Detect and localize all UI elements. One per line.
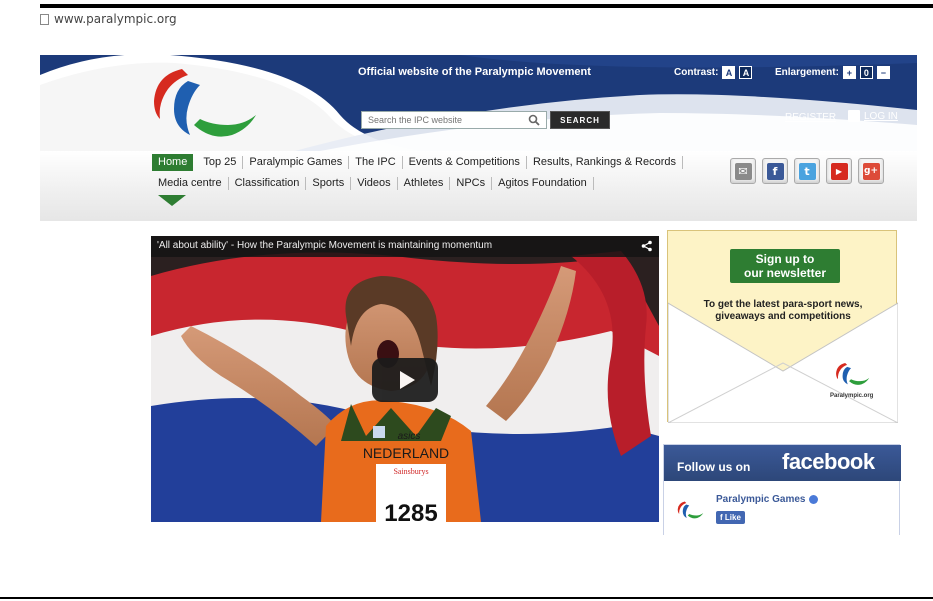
newsletter-logo: Paralympic.org (830, 361, 873, 399)
nav-item-sports[interactable]: Sports (306, 177, 352, 190)
window-top-border (40, 4, 933, 8)
play-button[interactable] (372, 358, 438, 402)
enlargement-controls: Enlargement: + 0 − (775, 66, 890, 79)
website-viewport: Official website of the Paralympic Movem… (40, 55, 917, 535)
google-plus-button[interactable]: g+ (858, 158, 884, 184)
nav-item-top-25[interactable]: Top 25 (197, 156, 244, 169)
nav-item-the-ipc[interactable]: The IPC (349, 156, 403, 169)
agitos-small-logo (835, 362, 869, 385)
email-share-button[interactable]: ✉ (730, 158, 756, 184)
window-bottom-border (0, 597, 933, 599)
url-text: www.paralympic.org (54, 12, 177, 26)
newsletter-button-line-1: Sign up to (755, 252, 815, 266)
facebook-widget-header: Follow us on facebook (664, 445, 901, 481)
active-nav-indicator (158, 195, 186, 206)
facebook-page-avatar (676, 500, 704, 525)
shirt-text: NEDERLAND (363, 445, 449, 461)
facebook-page-name-text: Paralympic Games (716, 494, 806, 505)
facebook-icon: f (766, 162, 784, 180)
facebook-widget: Follow us on facebook Paralympic Games f… (663, 444, 901, 535)
agitos-logo[interactable] (148, 63, 258, 143)
main-nav-row-1: Home Top 25 Paralympic Games The IPC Eve… (152, 154, 683, 171)
newsletter-signup-button[interactable]: Sign up to our newsletter (730, 249, 840, 283)
verified-icon (808, 494, 818, 504)
nav-item-events-competitions[interactable]: Events & Competitions (403, 156, 527, 169)
social-links: ✉ f t ▶ g+ (730, 158, 884, 184)
video-title[interactable]: 'All about ability' - How the Paralympic… (151, 236, 659, 257)
search-button[interactable]: SEARCH (550, 111, 610, 129)
enlarge-reset-button[interactable]: 0 (859, 66, 873, 79)
shirt-brand-text: asics (398, 431, 421, 442)
contrast-high-button[interactable]: A (739, 66, 753, 79)
contrast-label: Contrast: (674, 67, 719, 78)
nav-item-home[interactable]: Home (152, 154, 194, 171)
youtube-button[interactable]: ▶ (826, 158, 852, 184)
facebook-page-name[interactable]: Paralympic Games (716, 494, 818, 505)
share-icon[interactable] (641, 240, 653, 252)
newsletter-logo-text: Paralympic.org (830, 393, 874, 399)
page-icon (40, 13, 49, 25)
twitter-button[interactable]: t (794, 158, 820, 184)
main-nav-row-2: Media centre Classification Sports Video… (158, 177, 594, 190)
follow-us-label: Follow us on (677, 460, 751, 474)
video-player[interactable]: Sainsburys 1285 NEDERLAND asics 'All abo… (151, 236, 659, 522)
email-icon: ✉ (734, 162, 752, 180)
nav-item-media-centre[interactable]: Media centre (158, 177, 229, 190)
newsletter-button-line-2: our newsletter (743, 266, 827, 280)
facebook-like-label: Like (724, 513, 741, 522)
address-bar[interactable]: www.paralympic.org (40, 12, 177, 26)
site-header: Official website of the Paralympic Movem… (40, 55, 917, 155)
nav-item-agitos-foundation[interactable]: Agitos Foundation (492, 177, 594, 190)
facebook-wordmark: facebook (782, 449, 875, 474)
search-input[interactable] (362, 115, 522, 125)
google-plus-icon: g+ (862, 162, 880, 180)
enlargement-label: Enlargement: (775, 67, 839, 78)
nav-item-athletes[interactable]: Athletes (398, 177, 451, 190)
nav-item-results-rankings-records[interactable]: Results, Rankings & Records (527, 156, 683, 169)
youtube-icon: ▶ (830, 162, 848, 180)
user-icon (848, 110, 860, 122)
twitter-icon: t (798, 162, 816, 180)
register-link[interactable]: REGISTER (785, 112, 836, 123)
agitos-avatar-logo (677, 501, 704, 519)
search-box (361, 111, 547, 129)
search-icon[interactable] (528, 114, 540, 126)
newsletter-description: To get the latest para-sport news, givea… (703, 299, 863, 322)
bib-sponsor-text: Sainsburys (393, 467, 428, 476)
nav-item-videos[interactable]: Videos (351, 177, 398, 190)
bib-number-text: 1285 (384, 500, 437, 522)
enlarge-plus-button[interactable]: + (842, 66, 856, 79)
nav-item-classification[interactable]: Classification (229, 177, 307, 190)
contrast-normal-button[interactable]: A (722, 66, 736, 79)
nav-item-paralympic-games[interactable]: Paralympic Games (243, 156, 350, 169)
facebook-button[interactable]: f (762, 158, 788, 184)
enlarge-minus-button[interactable]: − (876, 66, 890, 79)
login-link[interactable]: LOG IN (848, 110, 898, 122)
play-icon (399, 371, 415, 389)
site-tagline: Official website of the Paralympic Movem… (358, 66, 591, 78)
nav-item-npcs[interactable]: NPCs (450, 177, 493, 190)
login-label: LOG IN (864, 110, 898, 122)
newsletter-signup-panel: Sign up to our newsletter To get the lat… (667, 230, 898, 423)
contrast-controls: Contrast: A A (674, 66, 753, 79)
facebook-like-button[interactable]: f Like (716, 511, 745, 524)
